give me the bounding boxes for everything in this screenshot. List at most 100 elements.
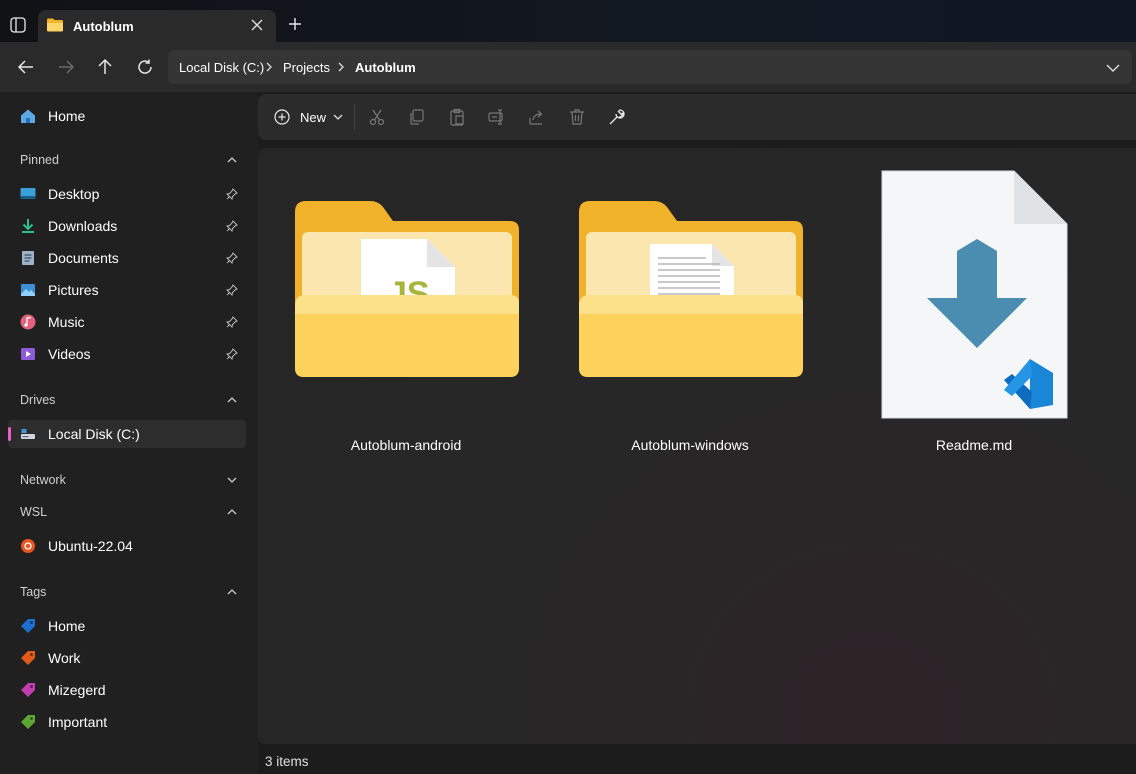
new-tab-icon[interactable] — [288, 17, 302, 31]
file-name: Autoblum-windows — [631, 437, 749, 453]
close-tab-icon[interactable] — [250, 18, 264, 32]
folder-document-icon — [579, 201, 803, 377]
new-button[interactable]: New — [272, 106, 348, 128]
forward-icon[interactable] — [57, 58, 75, 76]
desktop-icon — [20, 188, 36, 199]
drive-icon — [21, 429, 35, 439]
sidebar-item-tag-work[interactable]: Work — [8, 644, 246, 672]
sidebar-item-label: Local Disk (C:) — [48, 426, 140, 442]
pin-icon[interactable] — [226, 316, 238, 328]
copy-icon[interactable] — [408, 108, 426, 126]
folder-js-icon: JS — [295, 201, 519, 377]
chevron-right-icon[interactable] — [264, 62, 274, 72]
sidebar-item-label: Desktop — [48, 186, 100, 202]
pin-icon[interactable] — [226, 220, 238, 232]
share-icon[interactable] — [528, 108, 546, 126]
new-button-label: New — [300, 110, 327, 125]
window-menu-icon[interactable] — [10, 17, 26, 33]
sidebar-item-label: Work — [48, 650, 81, 666]
section-network[interactable]: Network — [20, 473, 66, 487]
sidebar-item-pictures[interactable]: Pictures — [8, 276, 246, 304]
markdown-file-icon — [881, 170, 1068, 419]
pin-icon[interactable] — [226, 188, 238, 200]
chevron-right-icon[interactable] — [336, 62, 346, 72]
file-name: Readme.md — [935, 437, 1013, 453]
tag-icon — [21, 683, 35, 697]
status-bar: 3 items — [265, 754, 309, 769]
tab-title: Autoblum — [73, 19, 134, 34]
videos-icon — [21, 348, 35, 360]
chevron-down-icon[interactable] — [226, 474, 238, 486]
breadcrumb-projects[interactable]: Projects — [283, 60, 330, 75]
sidebar-item-tag-mizegerd[interactable]: Mizegerd — [8, 676, 246, 704]
selection-indicator — [8, 427, 11, 441]
chevron-up-icon[interactable] — [226, 394, 238, 406]
sidebar-item-tag-home[interactable]: Home — [8, 612, 246, 640]
chevron-up-icon[interactable] — [226, 586, 238, 598]
sidebar-item-tag-important[interactable]: Important — [8, 708, 246, 736]
title-bar: Autoblum — [0, 0, 1136, 42]
divider — [354, 104, 355, 130]
sidebar-item-label: Downloads — [48, 218, 118, 234]
up-icon[interactable] — [96, 58, 114, 76]
cut-icon[interactable] — [368, 108, 386, 126]
command-bar: New — [258, 94, 1136, 140]
address-bar[interactable]: Local Disk (C:) Projects Autoblum — [168, 50, 1132, 84]
section-drives: Drives — [20, 393, 56, 407]
chevron-up-icon[interactable] — [226, 506, 238, 518]
file-item-markdown[interactable]: Readme.md — [854, 148, 1094, 468]
sidebar-item-label: Documents — [48, 250, 119, 266]
navigation-bar: Local Disk (C:) Projects Autoblum — [0, 42, 1136, 92]
tag-icon — [21, 715, 35, 729]
sidebar-item-downloads[interactable]: Downloads — [8, 212, 246, 240]
pictures-icon — [21, 284, 35, 296]
sidebar-item-music[interactable]: Music — [8, 308, 246, 336]
file-name: Autoblum-android — [350, 437, 462, 453]
tab-autoblum[interactable]: Autoblum — [38, 10, 276, 42]
chevron-up-icon[interactable] — [226, 154, 238, 166]
documents-icon — [22, 251, 34, 265]
home-icon — [21, 109, 35, 123]
sidebar-item-desktop[interactable]: Desktop — [8, 180, 246, 208]
file-list: JS Autoblum-android Autoblum-windows Rea… — [258, 148, 1136, 744]
sidebar-item-label: Ubuntu-22.04 — [48, 538, 133, 554]
pin-icon[interactable] — [226, 348, 238, 360]
rename-icon[interactable] — [488, 108, 506, 126]
sidebar-item-documents[interactable]: Documents — [8, 244, 246, 272]
sidebar-item-local-disk[interactable]: Local Disk (C:) — [8, 420, 246, 448]
music-icon — [20, 314, 36, 330]
section-wsl: WSL — [20, 505, 48, 519]
back-icon[interactable] — [17, 58, 35, 76]
file-item-folder[interactable]: JS Autoblum-android — [286, 148, 526, 468]
sidebar-item-label: Videos — [48, 346, 91, 362]
sidebar: Home Pinned Desktop Downloads Documents — [0, 92, 258, 774]
sidebar-item-ubuntu[interactable]: Ubuntu-22.04 — [8, 532, 246, 560]
chevron-down-icon[interactable] — [1106, 61, 1120, 75]
breadcrumb-local-disk[interactable]: Local Disk (C:) — [179, 60, 264, 75]
sidebar-item-label: Important — [48, 714, 108, 730]
paste-icon[interactable] — [448, 108, 466, 126]
sidebar-item-label: Home — [48, 108, 86, 124]
delete-icon[interactable] — [568, 108, 586, 126]
properties-icon[interactable] — [608, 108, 626, 126]
downloads-icon — [22, 219, 34, 233]
tag-icon — [21, 651, 35, 665]
chevron-down-icon — [333, 114, 343, 120]
add-icon — [274, 109, 290, 125]
tag-icon — [21, 619, 35, 633]
sidebar-item-label: Music — [48, 314, 85, 330]
pin-icon[interactable] — [226, 252, 238, 264]
section-pinned: Pinned — [20, 153, 59, 167]
pin-icon[interactable] — [226, 284, 238, 296]
sidebar-item-label: Home — [48, 618, 86, 634]
sidebar-item-label: Mizegerd — [48, 682, 106, 698]
ubuntu-icon — [21, 539, 35, 553]
refresh-icon[interactable] — [136, 58, 154, 76]
folder-icon — [47, 18, 63, 32]
sidebar-item-videos[interactable]: Videos — [8, 340, 246, 368]
file-item-folder[interactable]: Autoblum-windows — [570, 148, 810, 468]
section-tags: Tags — [20, 585, 47, 599]
breadcrumb-autoblum[interactable]: Autoblum — [355, 60, 416, 75]
sidebar-item-label: Pictures — [48, 282, 99, 298]
sidebar-item-home[interactable]: Home — [8, 102, 246, 130]
